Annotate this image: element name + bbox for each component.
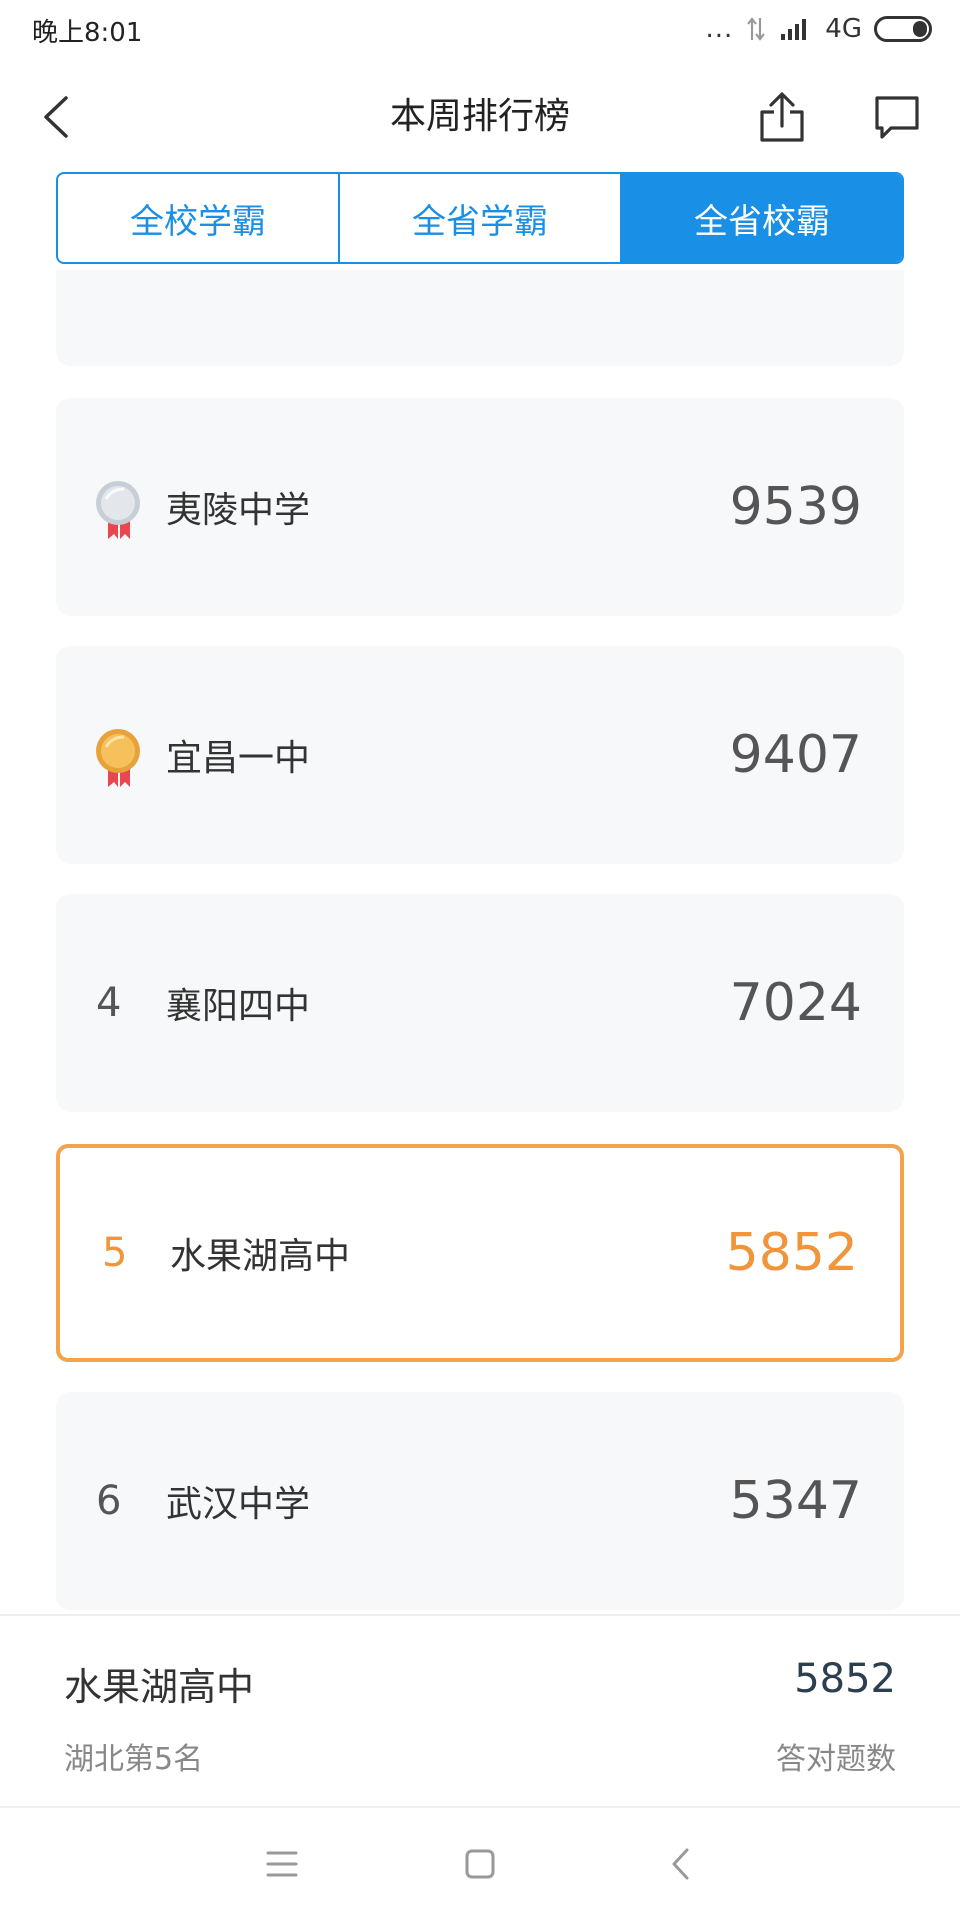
home-button[interactable]: [452, 1836, 508, 1892]
menu-icon: [266, 1851, 298, 1877]
list-item[interactable]: 宜昌一中 9407: [56, 646, 904, 864]
battery-icon: [874, 16, 932, 42]
network-type: 4G: [825, 14, 862, 44]
tab-province-top-schools[interactable]: 全省校霸: [622, 174, 902, 262]
tab-province-top-students[interactable]: 全省学霸: [340, 174, 622, 262]
cell-signal-icon: [781, 19, 807, 40]
highlighted-list-item[interactable]: 5 水果湖高中 5852: [56, 1144, 904, 1362]
page-title: 本周排行榜: [389, 96, 570, 137]
menu-button[interactable]: [254, 1836, 310, 1892]
rank-number: 6: [96, 1478, 122, 1524]
list-item[interactable]: 夷陵中学 9539: [56, 398, 904, 616]
school-name: 夷陵中学: [166, 490, 311, 531]
school-score: 5852: [725, 1223, 858, 1283]
my-school-summary: 水果湖高中 5852 湖北第5名 答对题数: [0, 1614, 960, 1806]
school-score: 7024: [729, 973, 862, 1033]
nav-bar: 本周排行榜: [0, 62, 960, 172]
share-icon[interactable]: [756, 90, 808, 144]
back-icon: [672, 1848, 689, 1880]
ranking-list[interactable]: 夷陵中学 9539 宜昌一中 9407 4 襄阳四中 7024 5 水果湖高中 …: [0, 270, 960, 1614]
data-transfer-icon: [747, 17, 766, 41]
list-item[interactable]: 4 襄阳四中 7024: [56, 894, 904, 1112]
system-nav-bar: [0, 1806, 960, 1920]
rank-number: 4: [96, 980, 122, 1026]
school-name: 水果湖高中: [170, 1236, 351, 1277]
summary-school-name: 水果湖高中: [64, 1665, 255, 1709]
school-name: 襄阳四中: [166, 986, 311, 1027]
status-bar: 晚上8:01 ... 4G: [0, 0, 960, 60]
ranking-tabs: 全校学霸 全省学霸 全省校霸: [56, 172, 904, 264]
comment-icon[interactable]: [872, 92, 922, 142]
bronze-medal-icon: [96, 729, 140, 787]
school-name: 武汉中学: [166, 1484, 311, 1525]
signal-dots: ...: [705, 14, 734, 44]
school-score: 5347: [729, 1471, 862, 1531]
school-score: 9539: [729, 477, 862, 537]
rank-number: 5: [102, 1230, 128, 1276]
status-time: 晚上8:01: [32, 18, 143, 48]
school-name: 宜昌一中: [166, 738, 311, 779]
status-icons: ... 4G: [705, 12, 932, 46]
silver-medal-icon: [96, 481, 140, 539]
tab-school-top-students[interactable]: 全校学霸: [58, 174, 340, 262]
system-back-button[interactable]: [652, 1836, 708, 1892]
school-score: 9407: [729, 725, 862, 785]
summary-score: 5852: [794, 1656, 896, 1702]
summary-metric-label: 答对题数: [776, 1742, 896, 1777]
home-icon: [465, 1849, 495, 1879]
summary-rank: 湖北第5名: [64, 1742, 204, 1777]
list-item[interactable]: 6 武汉中学 5347: [56, 1392, 904, 1610]
list-item[interactable]: [56, 270, 904, 366]
